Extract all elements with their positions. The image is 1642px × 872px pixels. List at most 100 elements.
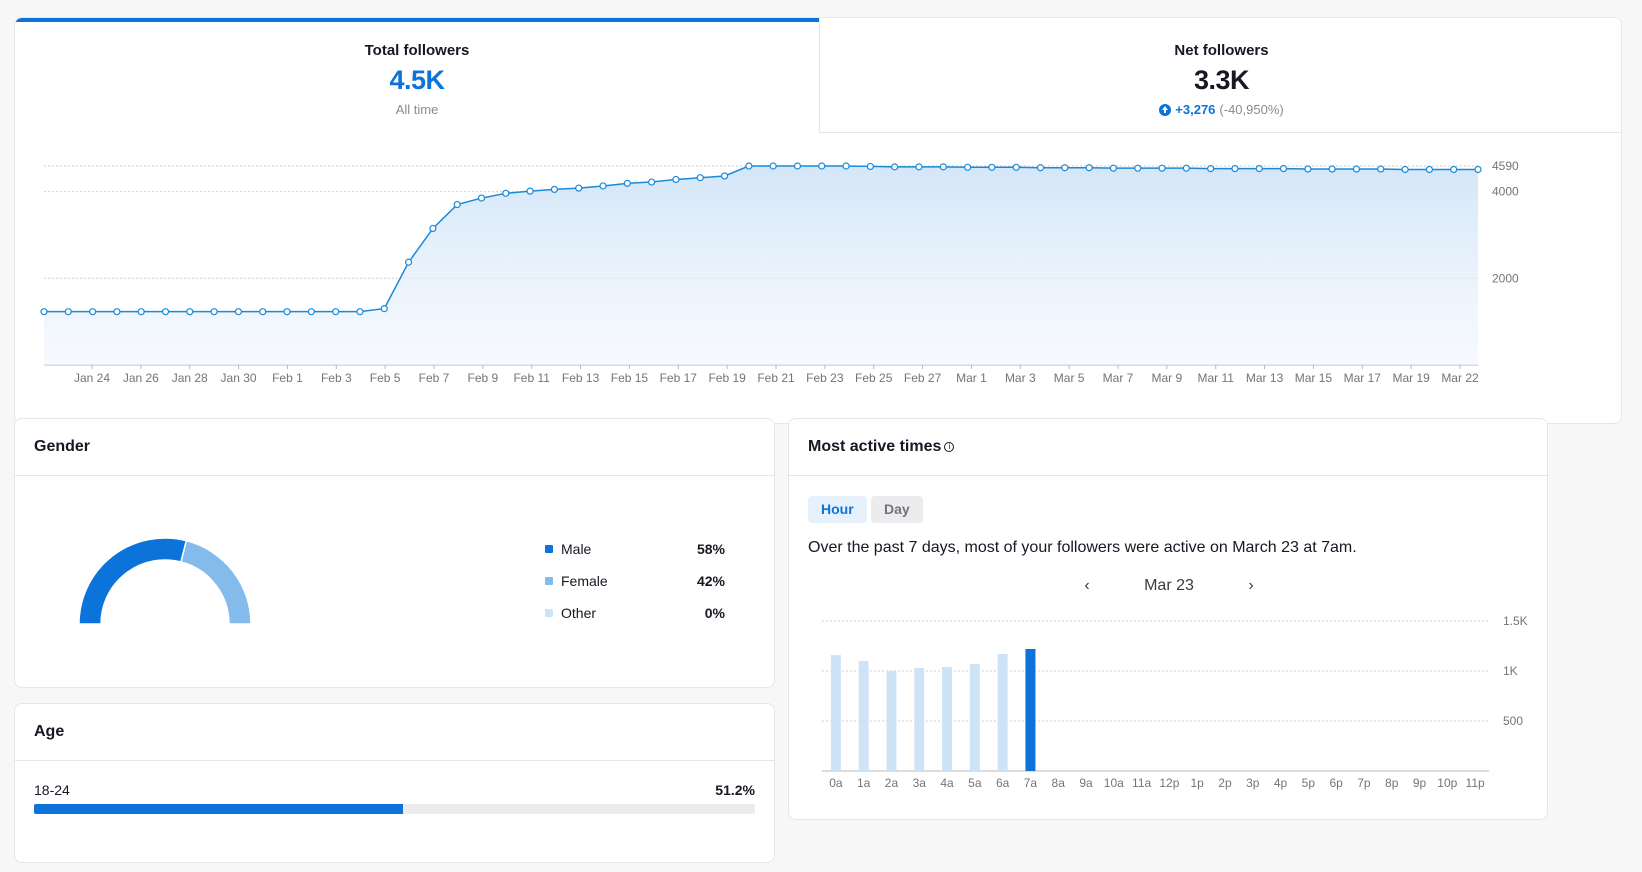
age-row-label: 18-24 — [34, 782, 70, 798]
x-tick-label: Feb 5 — [370, 371, 401, 385]
divider — [789, 475, 1547, 476]
gender-card: Gender Male 58% Female 42% Other 0% — [14, 418, 775, 688]
data-point — [380, 305, 388, 313]
x-tick-label: 4p — [1274, 776, 1288, 790]
x-tick-label: 9p — [1413, 776, 1427, 790]
y-tick-label: 500 — [1503, 714, 1523, 728]
x-tick-label: Mar 22 — [1441, 371, 1479, 385]
chevron-right-icon[interactable]: › — [1243, 577, 1259, 595]
data-point — [720, 172, 729, 180]
data-point — [186, 308, 194, 316]
active-hours-bar-chart: 500 1K 1.5K 0a 1a 2a 3a 4a 5a 6a 7a 8a 9a 10a 11a 12p 1p… — [822, 614, 1528, 790]
x-tick-label: 4a — [940, 776, 954, 790]
data-point — [113, 308, 121, 316]
data-point — [866, 162, 874, 171]
x-tick-label: 10a — [1104, 776, 1124, 790]
x-tick-label: 6a — [996, 776, 1010, 790]
data-point — [1012, 163, 1020, 171]
data-point — [648, 178, 656, 186]
legend-item-female: Female 42% — [545, 565, 725, 597]
data-point — [818, 162, 826, 170]
data-point — [453, 200, 461, 209]
data-point — [915, 163, 923, 171]
followers-card: 2000 4000 4590 Jan 24 Jan 26 Jan 28 Jan 30 Feb … — [14, 17, 1622, 424]
x-tick-label: Jan 28 — [172, 371, 208, 385]
data-point — [891, 163, 899, 171]
hour-bar — [969, 664, 980, 771]
x-tick-label: 3a — [913, 776, 927, 790]
gender-slice-male — [78, 537, 188, 625]
x-tick-label: Mar 7 — [1103, 371, 1134, 385]
hour-bar — [886, 671, 897, 771]
data-point — [793, 162, 802, 170]
net-followers-value: 3.3K — [1193, 65, 1250, 95]
data-point — [1279, 165, 1288, 173]
x-tick-label: Jan 24 — [74, 371, 110, 385]
x-tick-label: 0a — [829, 776, 843, 790]
data-point — [1304, 165, 1312, 173]
x-tick-label: 3p — [1246, 776, 1260, 790]
legend-percent: 0% — [704, 605, 725, 621]
day-toggle-button[interactable]: Day — [871, 496, 923, 523]
arrow-up-icon — [1159, 103, 1172, 116]
data-point — [307, 308, 315, 316]
x-tick-label: 2p — [1218, 776, 1232, 790]
data-point — [259, 308, 267, 316]
x-tick-label: 1p — [1191, 776, 1205, 790]
data-point — [1182, 164, 1190, 172]
data-point — [161, 308, 170, 316]
active-title: Most active times i — [808, 438, 955, 456]
data-point — [64, 308, 72, 316]
chevron-left-icon[interactable]: ‹ — [1079, 577, 1095, 595]
data-point — [1085, 164, 1093, 172]
data-point — [1425, 165, 1433, 174]
tab-total-followers[interactable]: Total followers 4.5K All time — [15, 18, 819, 133]
most-active-times-card: Most active times i Hour Day Over the pas… — [788, 418, 1548, 820]
hour-bar — [1025, 649, 1036, 771]
x-tick-label: Feb 25 — [855, 371, 893, 385]
legend-swatch — [545, 545, 553, 553]
data-point — [404, 258, 413, 266]
gender-half-donut — [78, 537, 252, 625]
data-point — [1401, 165, 1409, 174]
data-point — [963, 163, 972, 171]
x-tick-label: Mar 17 — [1344, 371, 1382, 385]
x-tick-label: Mar 19 — [1392, 371, 1430, 385]
x-tick-label: 8p — [1385, 776, 1399, 790]
legend-item-male: Male 58% — [545, 533, 725, 565]
x-tick-label: Feb 27 — [904, 371, 942, 385]
hour-bar — [914, 668, 925, 771]
x-tick-label: Mar 11 — [1197, 371, 1234, 385]
data-point — [939, 163, 947, 171]
data-point — [526, 187, 534, 195]
legend-item-other: Other 0% — [545, 597, 725, 629]
x-tick-label: 2a — [885, 776, 899, 790]
data-point — [1061, 164, 1069, 172]
hour-toggle-button[interactable]: Hour — [808, 496, 867, 523]
x-tick-label: Feb 15 — [611, 371, 649, 385]
x-tick-label: Feb 17 — [660, 371, 698, 385]
data-point — [332, 308, 340, 316]
x-tick-label: 5a — [968, 776, 982, 790]
x-tick-label: Feb 23 — [806, 371, 844, 385]
active-summary-text: Over the past 7 days, most of your follo… — [808, 539, 1357, 556]
legend-percent: 42% — [696, 573, 725, 589]
data-point — [1377, 165, 1385, 173]
x-tick-label: Feb 21 — [757, 371, 795, 385]
tab-net-followers[interactable]: Net followers 3.3K +3,276 (-40,950%) — [819, 18, 1621, 133]
data-point — [575, 184, 583, 192]
data-point — [842, 162, 850, 170]
legend-percent: 58% — [696, 541, 725, 557]
x-tick-label: Feb 9 — [468, 371, 499, 385]
net-followers-label: Net followers — [1174, 42, 1269, 59]
data-point — [356, 308, 364, 316]
data-point — [1207, 165, 1215, 173]
x-tick-label: 11p — [1466, 776, 1485, 790]
x-tick-label: 11a — [1132, 776, 1151, 790]
info-icon[interactable]: i — [944, 441, 955, 452]
x-tick-label: Mar 3 — [1005, 371, 1036, 385]
hour-bar — [942, 667, 953, 771]
x-tick-label: Jan 26 — [123, 371, 159, 385]
data-point — [1036, 164, 1045, 172]
data-point — [1231, 165, 1239, 173]
